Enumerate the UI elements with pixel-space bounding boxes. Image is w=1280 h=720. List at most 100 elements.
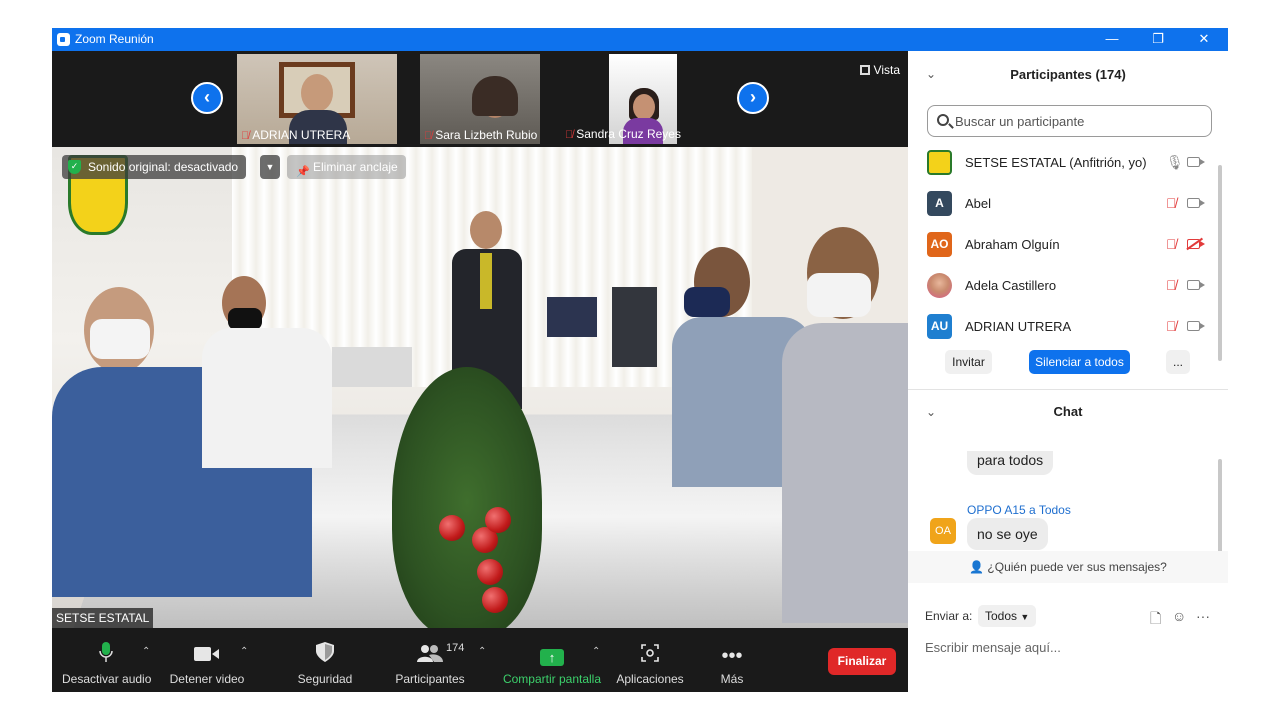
gallery-strip: ‹ 🎙̸ADRIAN UTRERA 🎙̸Sara Lizbeth Rubio J… (52, 51, 908, 147)
product-box (612, 287, 657, 367)
ornament (439, 515, 465, 541)
gallery-prev-button[interactable]: ‹ (191, 82, 223, 114)
microphone-icon[interactable]: 🎙 (1166, 154, 1184, 171)
chat-sender[interactable]: OPPO A15 a Todos (967, 503, 1071, 517)
video-thumbnail[interactable]: 🎙̸ ADRIAN UTRERA (237, 54, 397, 144)
product-box (547, 297, 597, 337)
ornament (482, 587, 508, 613)
chat-message: para todos (967, 451, 1054, 475)
send-to-label: Enviar a: (925, 609, 973, 623)
participant-row[interactable]: AO Abraham Olguín 🎙̸ (908, 225, 1218, 266)
participant-list-scrollbar[interactable] (1218, 165, 1222, 361)
invite-button[interactable]: Invitar (945, 350, 992, 374)
christmas-centerpiece (392, 367, 542, 628)
pin-icon: 📌 (296, 166, 310, 178)
muted-mic-icon[interactable]: 🎙̸ (1166, 236, 1177, 252)
thumbnail-name: 🎙̸ ADRIAN UTRERA (241, 128, 351, 142)
meeting-toolbar: Desactivar audio ⌃ Detener video ⌃ Segur… (52, 628, 908, 692)
share-screen-icon: ↑ (500, 642, 604, 672)
seated-man-far-right (752, 227, 908, 628)
video-camera-icon[interactable] (1187, 321, 1205, 331)
apps-button[interactable]: Aplicaciones (613, 628, 687, 692)
end-meeting-button[interactable]: Finalizar (828, 648, 896, 675)
sound-options-caret[interactable]: ▼ (260, 155, 280, 179)
participant-search-input[interactable] (955, 112, 1205, 130)
share-options-caret[interactable]: ⌃ (592, 646, 600, 657)
view-button[interactable]: Vista (859, 63, 900, 77)
grid-view-icon (859, 65, 870, 75)
video-thumbnail[interactable]: 🎙̸Sara Lizbeth Rubio Ji... (420, 54, 540, 144)
close-button[interactable]: ✕ (1181, 28, 1227, 51)
chevron-down-icon: ▼ (1020, 612, 1030, 622)
share-screen-button[interactable]: ↑ Compartir pantalla (500, 628, 604, 692)
video-off-icon[interactable] (1187, 239, 1205, 249)
avatar: AO (927, 232, 952, 257)
file-icon[interactable]: 🗋 (1150, 608, 1161, 632)
muted-mic-icon: 🎙̸ (241, 130, 250, 142)
avatar: AU (927, 314, 952, 339)
zoom-app-icon (57, 33, 70, 46)
chat-message-input[interactable] (925, 637, 1215, 657)
video-camera-icon[interactable] (1187, 157, 1205, 167)
mute-all-button[interactable]: Silenciar a todos (1029, 350, 1130, 374)
muted-mic-icon[interactable]: 🎙̸ (1166, 195, 1177, 211)
emoji-icon[interactable]: ☺ (1172, 608, 1186, 624)
gallery-next-button[interactable]: › (737, 82, 769, 114)
speaker-name-label: SETSE ESTATAL (52, 608, 154, 628)
participant-row[interactable]: SETSE ESTATAL (Anfitrión, yo) 🎙 (908, 143, 1218, 184)
participants-header: ⌄ Participantes (174) (908, 51, 1228, 97)
participant-search[interactable] (927, 105, 1212, 137)
muted-mic-icon: 🎙̸ (424, 130, 433, 142)
avatar (927, 150, 952, 175)
message-visibility-link[interactable]: 👤 ¿Quién puede ver sus mensajes? (908, 551, 1228, 583)
ornament (477, 559, 503, 585)
chat-header: ⌄ Chat (908, 400, 1228, 430)
microphone-icon (62, 642, 150, 672)
people-info-icon: 👤 (969, 560, 985, 574)
chat-title: Chat (1053, 404, 1083, 419)
apps-icon (613, 642, 687, 672)
participant-face (301, 74, 333, 112)
participants-button[interactable]: Participantes (392, 628, 468, 692)
search-icon (937, 114, 949, 126)
mute-button[interactable]: Desactivar audio (62, 628, 151, 692)
avatar (927, 273, 952, 298)
more-button[interactable]: ••• Más (712, 628, 752, 692)
participant-row[interactable]: AU ADRIAN UTRERA 🎙̸ (908, 307, 1218, 348)
video-options-caret[interactable]: ⌃ (240, 646, 248, 657)
video-camera-icon[interactable] (1187, 198, 1205, 208)
avatar: OA (930, 518, 956, 544)
participants-count: 174 (446, 642, 465, 654)
participants-options-caret[interactable]: ⌃ (478, 646, 486, 657)
muted-mic-icon[interactable]: 🎙̸ (1166, 277, 1177, 293)
participant-row[interactable]: Adela Castillero 🎙̸ (908, 266, 1218, 307)
main-video: ✓ Sonido original: desactivado ▼ 📌 Elimina… (52, 147, 908, 628)
restore-button[interactable]: ❐ (1135, 28, 1181, 51)
security-button[interactable]: Seguridad (290, 628, 360, 692)
send-to-select[interactable]: Todos ▼ (978, 605, 1037, 627)
muted-mic-icon: 🎙̸ (565, 129, 574, 141)
thumbnail-name: 🎙̸Sara Lizbeth Rubio Ji... (424, 128, 540, 142)
muted-mic-icon[interactable]: 🎙̸ (1166, 318, 1177, 334)
panel-divider (908, 389, 1228, 390)
participants-more-button[interactable]: ... (1166, 350, 1190, 374)
participant-hair (472, 76, 518, 116)
side-panel: ⌄ Participantes (174) SETSE ESTATAL (Anf… (908, 51, 1228, 692)
window-title: Zoom Reunión (75, 32, 154, 46)
video-camera-icon[interactable] (1187, 280, 1205, 290)
more-options-icon[interactable]: ··· (1196, 608, 1210, 624)
minimize-button[interactable]: — (1089, 28, 1135, 51)
seated-man-middle (202, 272, 342, 472)
unpin-button[interactable]: 📌 Eliminar anclaje (287, 155, 406, 179)
thumbnail-name: 🎙̸ Sandra Cruz Reyes (565, 127, 681, 141)
video-camera-icon (167, 642, 247, 672)
shield-check-icon: ✓ (68, 160, 81, 174)
participant-row[interactable]: A Abel 🎙̸ (908, 184, 1218, 225)
audio-options-caret[interactable]: ⌃ (142, 646, 150, 657)
stop-video-button[interactable]: Detener video (167, 628, 247, 692)
ornament (485, 507, 511, 533)
participants-title: Participantes (174) (1010, 67, 1126, 82)
original-sound-button[interactable]: ✓ Sonido original: desactivado (62, 155, 247, 179)
video-area: ‹ 🎙̸ADRIAN UTRERA 🎙̸Sara Lizbeth Rubio J… (52, 51, 908, 692)
title-bar: Zoom Reunión — ❐ ✕ (52, 28, 1228, 51)
